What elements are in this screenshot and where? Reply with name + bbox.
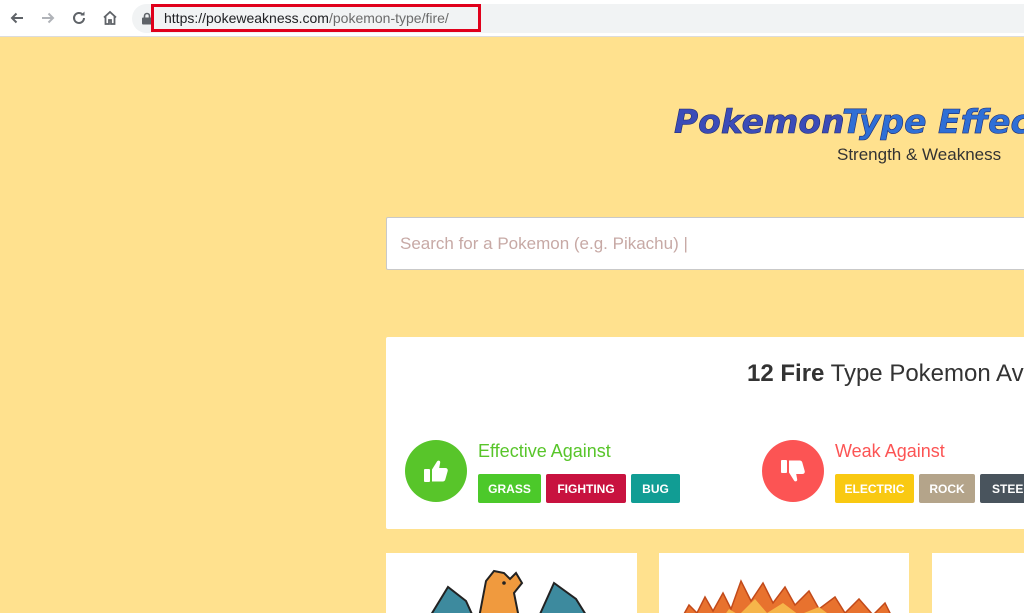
url-highlight-box bbox=[151, 4, 481, 32]
logo-wordmark: Pokemon Type Effec bbox=[674, 102, 1024, 142]
effective-circle bbox=[405, 440, 467, 502]
pokemon-sprite bbox=[430, 569, 586, 613]
type-badge-grass[interactable]: GRASS bbox=[478, 474, 541, 503]
weak-circle bbox=[762, 440, 824, 502]
panel-title: 12 Fire Type Pokemon Av bbox=[747, 360, 1024, 388]
search-input[interactable] bbox=[387, 218, 1024, 269]
pokemon-card[interactable] bbox=[386, 553, 637, 613]
home-button[interactable] bbox=[98, 6, 122, 30]
pokemon-count: 12 Fire bbox=[747, 360, 825, 387]
type-badge-electric[interactable]: ELECTRIC bbox=[835, 474, 914, 503]
pokemon-card[interactable] bbox=[932, 553, 1024, 613]
effective-against-label: Effective Against bbox=[478, 441, 611, 461]
weak-against-label: Weak Against bbox=[835, 441, 945, 461]
home-icon bbox=[103, 10, 117, 25]
forward-button[interactable] bbox=[36, 6, 60, 30]
thumbs-up-icon bbox=[424, 460, 448, 482]
panel-title-rest: Type Pokemon Av bbox=[824, 360, 1024, 387]
type-badge-bug[interactable]: BUG bbox=[631, 474, 680, 503]
site-subtitle: Strength & Weakness bbox=[837, 145, 1002, 164]
reload-icon bbox=[73, 11, 85, 24]
site-logo[interactable]: Pokemon Type Effec bbox=[672, 100, 1024, 148]
back-button[interactable] bbox=[5, 6, 29, 30]
type-badge-fighting[interactable]: FIGHTING bbox=[546, 474, 626, 503]
forward-arrow-icon bbox=[42, 12, 55, 24]
pokemon-card[interactable] bbox=[659, 553, 909, 613]
pokemon-sprite bbox=[683, 579, 891, 613]
reload-button[interactable] bbox=[67, 6, 91, 30]
logo-word-1: Pokemon bbox=[674, 102, 845, 141]
back-arrow-icon bbox=[10, 12, 23, 24]
search-box[interactable] bbox=[386, 217, 1024, 270]
logo-word-2: Type Effec bbox=[842, 102, 1024, 141]
type-badge-steel[interactable]: STEE bbox=[980, 474, 1024, 503]
thumbs-down-icon bbox=[781, 460, 805, 482]
browser-toolbar: https://pokeweakness.com/pokemon-type/fi… bbox=[0, 0, 1024, 37]
type-badge-rock[interactable]: ROCK bbox=[919, 474, 975, 503]
